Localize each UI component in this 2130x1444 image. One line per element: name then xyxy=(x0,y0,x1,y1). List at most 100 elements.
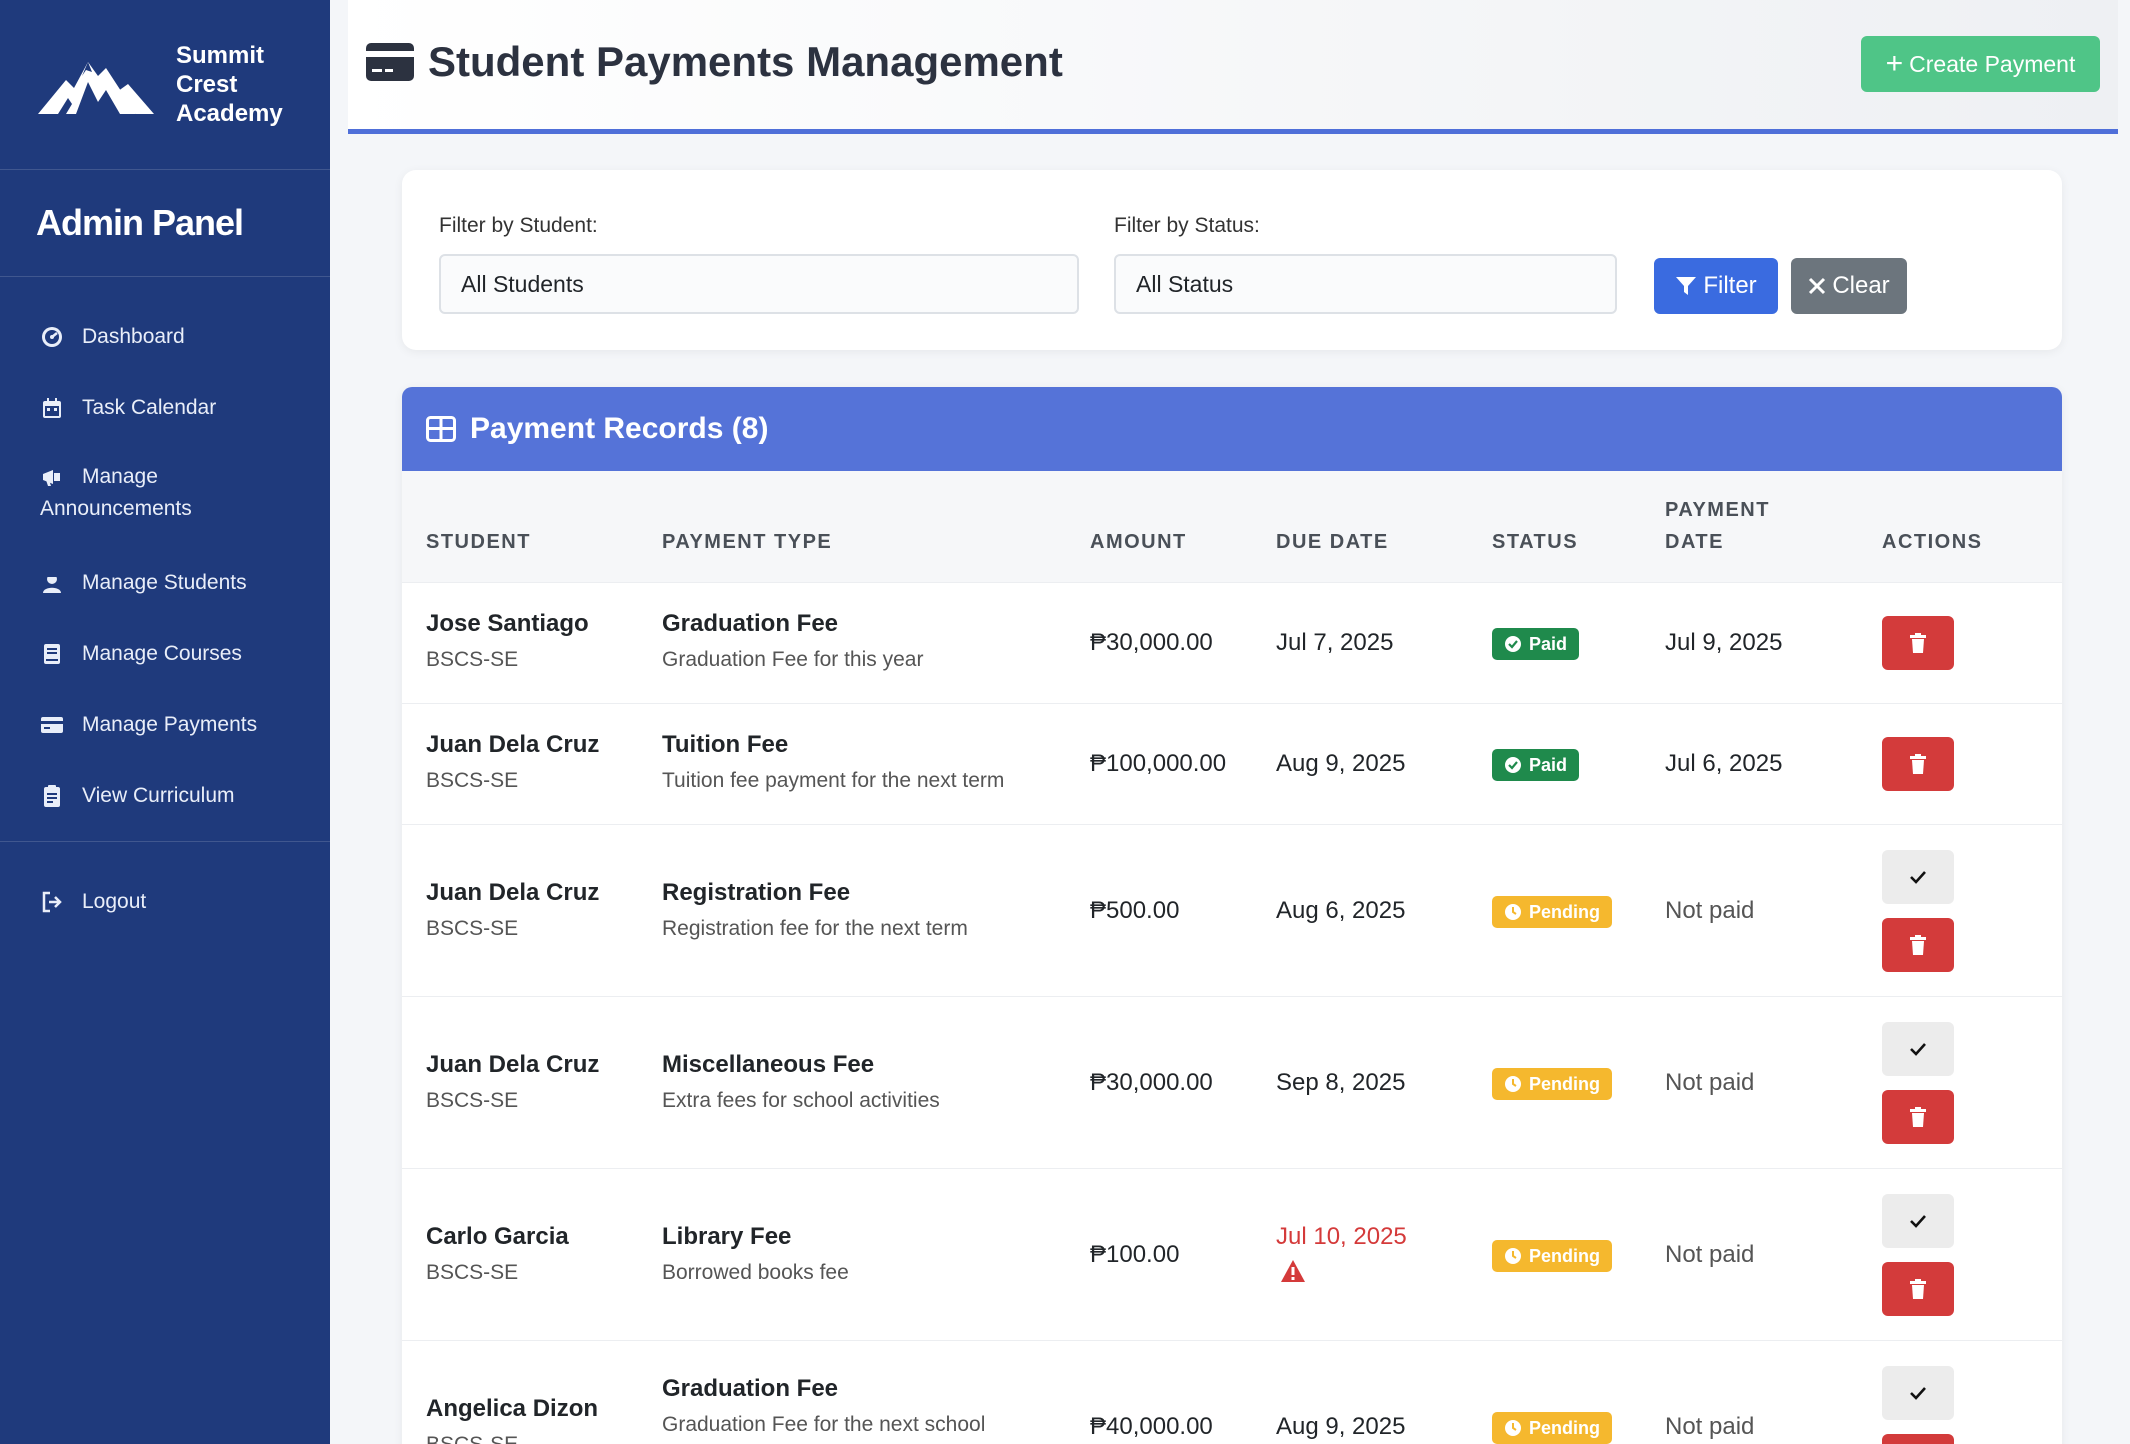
sidebar-item-label: Manage Payments xyxy=(82,712,258,736)
clock-icon xyxy=(1505,1420,1521,1436)
check-icon xyxy=(1910,1043,1926,1056)
status-cell: Pending xyxy=(1492,1068,1612,1100)
book-icon xyxy=(44,643,60,664)
sidebar-item-view-curriculum[interactable]: View Curriculum xyxy=(0,760,330,831)
student-program: BSCS-SE xyxy=(426,1433,598,1444)
table-row: Juan Dela Cruz BSCS-SE Miscellaneous Fee E… xyxy=(402,997,2062,1169)
sidebar-item-logout[interactable]: Logout xyxy=(0,866,330,937)
student-cell: Juan Dela Cruz BSCS-SE xyxy=(426,879,599,941)
table-row: Carlo Garcia BSCS-SE Library Fee Borrowed … xyxy=(402,1169,2062,1341)
sidebar-item-manage-payments[interactable]: Manage Payments xyxy=(0,689,330,760)
student-name: Jose Santiago xyxy=(426,610,589,637)
clock-icon xyxy=(1505,904,1521,920)
trash-icon xyxy=(1910,1279,1926,1299)
payment-date: Not paid xyxy=(1665,1413,1755,1440)
check-icon xyxy=(1910,871,1926,884)
check-circle-icon xyxy=(1505,636,1521,652)
sidebar-item-label: Logout xyxy=(82,889,147,913)
status-cell: Pending xyxy=(1492,1240,1612,1272)
brand-name: Summit Crest Academy xyxy=(176,42,283,127)
sidebar-item-manage-courses[interactable]: Manage Courses xyxy=(0,618,330,689)
amount: ₱30,000.00 xyxy=(1090,1069,1213,1096)
student-program: BSCS-SE xyxy=(426,1089,519,1112)
student-filter-select[interactable]: All Students xyxy=(439,254,1079,314)
student-cell: Carlo Garcia BSCS-SE xyxy=(426,1223,569,1285)
clear-button[interactable]: Clear xyxy=(1791,258,1907,314)
mountain-logo-icon xyxy=(38,61,154,114)
student-program: BSCS-SE xyxy=(426,648,519,671)
payment-date: Jul 9, 2025 xyxy=(1665,629,1783,656)
payment-type: Library Fee xyxy=(662,1223,792,1250)
page-header: Student Payments Management + Create Pay… xyxy=(348,0,2118,134)
payment-date: Not paid xyxy=(1665,897,1755,924)
payment-type-cell: Library Fee Borrowed books fee xyxy=(662,1223,849,1285)
student-cell: Juan Dela Cruz BSCS-SE xyxy=(426,731,599,793)
clock-icon xyxy=(1505,1248,1521,1264)
status-cell: Paid xyxy=(1492,749,1580,781)
column-header-actions: ACTIONS xyxy=(1882,531,1983,553)
delete-button[interactable] xyxy=(1882,737,1954,791)
delete-button[interactable] xyxy=(1882,1262,1954,1316)
sidebar-item-dashboard[interactable]: Dashboard xyxy=(0,301,330,372)
table-row: Juan Dela Cruz BSCS-SE Registration Fee Re… xyxy=(402,825,2062,997)
dashboard-icon xyxy=(42,326,62,347)
page-title: Student Payments Management xyxy=(366,38,1063,86)
trash-icon xyxy=(1910,1107,1926,1127)
due-date-cell: Jul 10, 2025 xyxy=(1276,1223,1407,1288)
status-cell: Paid xyxy=(1492,628,1580,660)
student-name: Juan Dela Cruz xyxy=(426,1051,600,1078)
filter-card: Filter by Student: All Students Filter b… xyxy=(402,170,2062,350)
sidebar-item-label: View Curriculum xyxy=(82,783,235,807)
status-filter-select[interactable]: All Status xyxy=(1114,254,1617,314)
payment-records-card: Payment Records (8) STUDENT PAYMENT TYPE… xyxy=(402,387,2062,1444)
mark-paid-button[interactable] xyxy=(1882,1022,1954,1076)
close-icon xyxy=(1809,277,1826,295)
delete-button[interactable] xyxy=(1882,1434,1954,1444)
sidebar: Summit Crest Academy Admin Panel Dashboa… xyxy=(0,0,330,1444)
delete-button[interactable] xyxy=(1882,918,1954,972)
status-text: Paid xyxy=(1529,754,1568,775)
sidebar-item-manage-announcements[interactable]: Manage Announcements xyxy=(0,443,330,547)
sidebar-nav: Dashboard Task Calendar Manage Announcem… xyxy=(0,277,330,937)
student-icon xyxy=(43,573,61,593)
delete-button[interactable] xyxy=(1882,616,1954,670)
sidebar-item-label: Dashboard xyxy=(82,324,185,348)
payment-type: Graduation Fee xyxy=(662,610,839,637)
payment-type: Tuition Fee xyxy=(662,731,789,758)
status-text: Pending xyxy=(1529,1245,1600,1266)
credit-card-icon xyxy=(41,716,63,733)
sidebar-item-label: Manage Students xyxy=(82,570,247,594)
check-icon xyxy=(1910,1215,1926,1228)
logout-icon xyxy=(42,891,62,912)
payment-type: Registration Fee xyxy=(662,879,851,906)
sidebar-item-manage-students[interactable]: Manage Students xyxy=(0,547,330,618)
payment-type-cell: Tuition Fee Tuition fee payment for the n… xyxy=(662,731,1004,793)
delete-button[interactable] xyxy=(1882,1090,1954,1144)
mark-paid-button[interactable] xyxy=(1882,1366,1954,1420)
mark-paid-button[interactable] xyxy=(1882,1194,1954,1248)
payment-description: Graduation Fee for this year xyxy=(662,648,924,671)
status-text: Pending xyxy=(1529,1417,1600,1438)
amount: ₱100.00 xyxy=(1090,1241,1180,1268)
warning-icon xyxy=(1281,1260,1305,1282)
filter-button[interactable]: Filter xyxy=(1654,258,1778,314)
mark-paid-button[interactable] xyxy=(1882,850,1954,904)
table-row: Angelica DizonBSCS-SE Graduation FeeGrad… xyxy=(402,1341,2062,1444)
sidebar-item-task-calendar[interactable]: Task Calendar xyxy=(0,372,330,443)
student-filter-label: Filter by Student: xyxy=(439,214,598,237)
table-icon xyxy=(426,416,456,442)
credit-card-icon xyxy=(366,43,414,81)
create-payment-button[interactable]: + Create Payment xyxy=(1861,36,2100,92)
table-header: STUDENT PAYMENT TYPE AMOUNT DUE DATE STA… xyxy=(402,471,2062,583)
records-header: Payment Records (8) xyxy=(402,387,2062,471)
status-badge: Paid xyxy=(1492,749,1580,781)
column-header-due-date: DUE DATE xyxy=(1276,531,1389,553)
status-badge: Pending xyxy=(1492,1412,1612,1444)
column-header-student: STUDENT xyxy=(426,531,531,553)
amount: ₱100,000.00 xyxy=(1090,750,1227,777)
student-name: Angelica Dizon xyxy=(426,1395,599,1422)
status-text: Pending xyxy=(1529,1073,1600,1094)
calendar-icon xyxy=(43,397,61,418)
brand[interactable]: Summit Crest Academy xyxy=(0,0,330,170)
panel-title: Admin Panel xyxy=(0,170,330,277)
